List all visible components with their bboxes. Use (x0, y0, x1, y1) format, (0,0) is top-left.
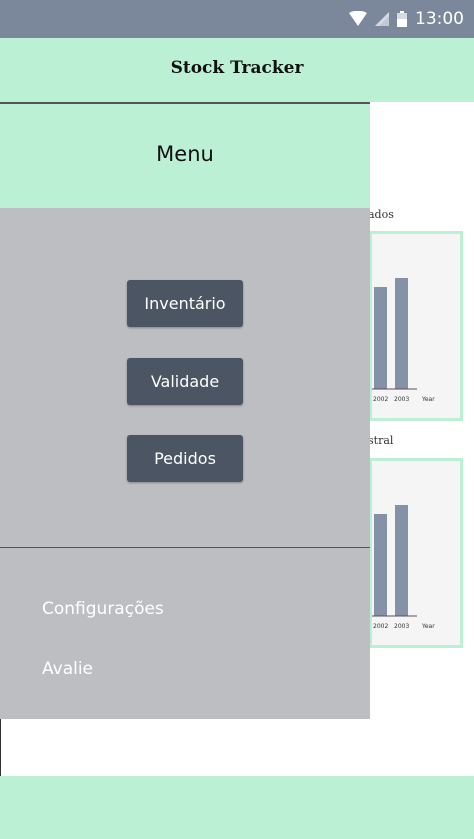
bottom-bar (0, 776, 474, 839)
drawer-title: Menu (156, 142, 214, 166)
app-title: Stock Tracker (170, 58, 304, 78)
chart-title-2: stral (368, 434, 394, 447)
chart-title-1: ados (368, 208, 394, 221)
status-time: 13:00 (415, 9, 464, 29)
status-icons: 13:00 (349, 8, 464, 30)
battery-icon (397, 11, 407, 27)
bar-2003 (395, 505, 408, 616)
x-axis-label: Year (421, 623, 435, 630)
bar-2002 (374, 514, 387, 616)
navigation-drawer: Menu Inventário Validade Pedidos Configu… (0, 102, 370, 719)
avalie-link[interactable]: Avalie (42, 659, 93, 679)
status-bar: 13:00 (0, 0, 474, 38)
bar-chart-1: 2002 2003 Year (372, 278, 435, 403)
drawer-divider (0, 547, 370, 548)
tick-label-2003: 2003 (394, 623, 409, 630)
validade-button[interactable]: Validade (127, 358, 243, 405)
configuracoes-link[interactable]: Configurações (42, 599, 164, 619)
pedidos-button[interactable]: Pedidos (127, 435, 243, 482)
signal-icon (375, 12, 389, 26)
inventario-button[interactable]: Inventário (127, 280, 243, 327)
chart-card-1[interactable]: 2002 2003 Year (369, 231, 463, 421)
bar-2003 (395, 278, 408, 389)
tick-label-2002: 2002 (373, 396, 388, 403)
tick-label-2003: 2003 (394, 396, 409, 403)
chart-card-2[interactable]: 2002 2003 Year (369, 458, 463, 648)
app-bar: Stock Tracker (0, 38, 474, 102)
bar-chart-2: 2002 2003 Year (372, 505, 435, 630)
x-axis-label: Year (421, 396, 435, 403)
tick-label-2002: 2002 (373, 623, 388, 630)
drawer-top-edge (0, 102, 370, 104)
drawer-header: Menu (0, 102, 370, 208)
bar-2002 (374, 287, 387, 389)
wifi-icon (349, 11, 367, 26)
